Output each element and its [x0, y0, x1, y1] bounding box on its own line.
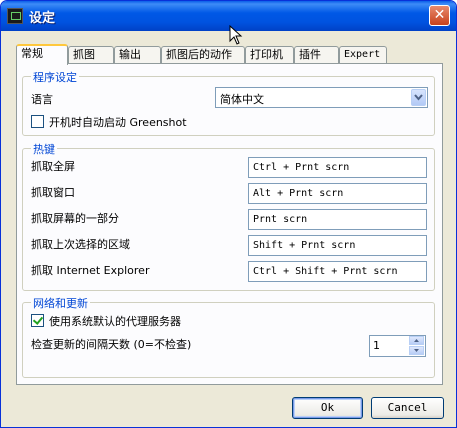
tab-output[interactable]: 输出 — [114, 46, 161, 63]
general-tab-panel: 程序设定 语言 简体中文 开机时自动启动 Greenshot 热键 抓取全屏 C… — [16, 63, 443, 385]
autostart-checkbox[interactable] — [31, 115, 44, 128]
hotkey-input-last-region[interactable]: Shift + Prnt scrn — [248, 235, 427, 256]
tab-general[interactable]: 常规 — [16, 44, 68, 65]
language-select[interactable]: 简体中文 — [215, 87, 428, 108]
language-select-value: 简体中文 — [220, 93, 264, 106]
autostart-label: 开机时自动启动 Greenshot — [49, 116, 187, 129]
greenshot-app-icon — [7, 8, 23, 24]
hotkey-input-region[interactable]: Prnt scrn — [248, 209, 427, 230]
window-title: 设定 — [29, 11, 56, 26]
language-label: 语言 — [31, 93, 53, 106]
network-updates-legend: 网络和更新 — [31, 295, 90, 311]
tab-plugins[interactable]: 插件 — [294, 46, 339, 63]
stepper-buttons — [409, 336, 425, 356]
cancel-button[interactable]: Cancel — [371, 397, 444, 419]
tab-capture[interactable]: 抓图 — [68, 46, 114, 63]
tab-post-capture-actions[interactable]: 抓图后的动作 — [161, 46, 245, 63]
stepper-up-icon[interactable] — [409, 336, 424, 345]
use-proxy-checkbox[interactable] — [31, 314, 44, 327]
use-proxy-label: 使用系统默认的代理服务器 — [49, 315, 181, 328]
ok-button[interactable]: Ok — [292, 397, 363, 419]
chevron-down-icon[interactable] — [411, 89, 426, 106]
hotkey-label-region: 抓取屏幕的一部分 — [31, 212, 119, 225]
update-interval-stepper[interactable]: 1 — [369, 335, 426, 357]
hotkey-label-last-region: 抓取上次选择的区域 — [31, 238, 130, 251]
hotkey-label-fullscreen: 抓取全屏 — [31, 160, 75, 173]
hotkeys-legend: 热键 — [31, 141, 57, 157]
stepper-down-icon[interactable] — [409, 346, 424, 355]
program-settings-legend: 程序设定 — [31, 69, 79, 85]
tab-printer[interactable]: 打印机 — [245, 46, 294, 63]
hotkey-input-window[interactable]: Alt + Prnt scrn — [248, 183, 427, 204]
update-interval-value: 1 — [373, 339, 380, 352]
program-settings-group: 程序设定 语言 简体中文 开机时自动启动 Greenshot — [22, 69, 435, 136]
update-interval-label: 检查更新的间隔天数 (0=不检查) — [31, 338, 192, 351]
hotkey-input-ie[interactable]: Ctrl + Shift + Prnt scrn — [248, 261, 427, 282]
mouse-pointer-icon — [229, 25, 243, 45]
tab-expert[interactable]: Expert — [339, 46, 387, 63]
hotkey-label-window: 抓取窗口 — [31, 186, 75, 199]
hotkey-label-ie: 抓取 Internet Explorer — [31, 264, 150, 277]
hotkeys-group: 热键 抓取全屏 Ctrl + Prnt scrn 抓取窗口 Alt + Prnt… — [22, 141, 435, 291]
network-updates-group: 网络和更新 使用系统默认的代理服务器 检查更新的间隔天数 (0=不检查) 1 — [22, 295, 435, 378]
hotkey-input-fullscreen[interactable]: Ctrl + Prnt scrn — [248, 157, 427, 178]
settings-window: 设定 ✕ 常规 抓图 输出 抓图后的动作 打印机 插件 Expert 程序设定 … — [0, 0, 457, 428]
close-button[interactable]: ✕ — [429, 5, 450, 26]
